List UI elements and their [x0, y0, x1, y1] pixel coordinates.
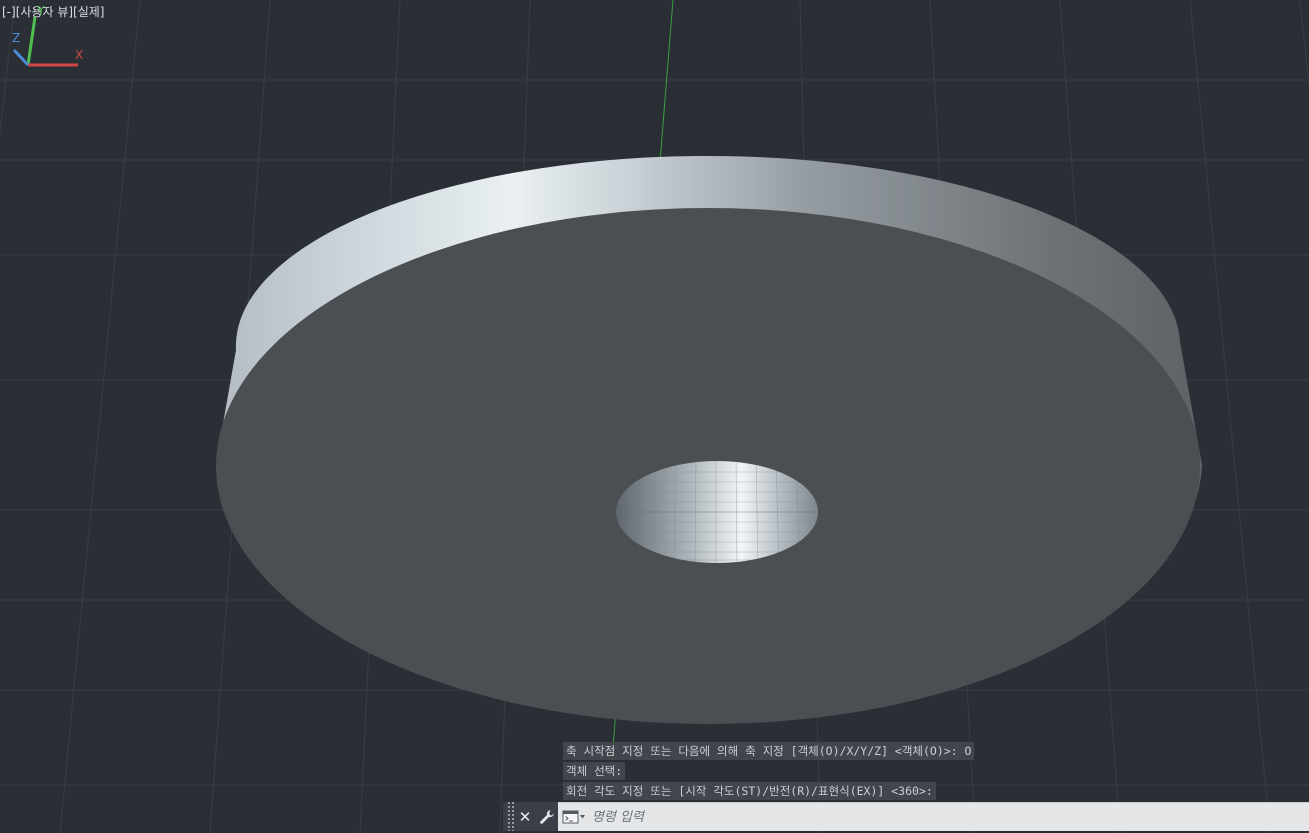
wrench-icon	[540, 809, 554, 824]
ucs-z-label: Z	[12, 31, 20, 45]
history-line: 축 시작점 지정 또는 다음에 의해 축 지정 [객체(O)/X/Y/Z] <객…	[563, 742, 975, 760]
command-history: 축 시작점 지정 또는 다음에 의해 축 지정 [객체(O)/X/Y/Z] <객…	[563, 742, 975, 802]
command-input[interactable]	[590, 802, 1309, 832]
history-line: 객체 선택:	[563, 762, 626, 780]
history-line: 회전 각도 지정 또는 [시작 각도(ST)/반전(R)/표현식(EX)] <3…	[563, 782, 936, 800]
model-space	[0, 0, 1309, 833]
close-icon: ✕	[518, 807, 532, 826]
command-input-area	[558, 802, 1309, 832]
ucs-y-label: Y	[36, 4, 45, 18]
close-command-line-button[interactable]: ✕	[514, 802, 536, 831]
drag-grip-icon[interactable]	[506, 802, 514, 831]
command-line-bar: ✕	[503, 802, 1309, 832]
drawing-viewport[interactable]: [-][사용자 뷰][실제] Y X Z	[0, 0, 1309, 833]
ucs-icon: Y X Z	[12, 4, 83, 67]
revolved-solid-disc[interactable]	[216, 155, 1203, 724]
customize-button[interactable]	[536, 802, 558, 831]
command-prompt-icon	[562, 810, 585, 824]
recent-commands-button[interactable]	[558, 810, 590, 824]
ucs-x-label: X	[75, 48, 83, 62]
